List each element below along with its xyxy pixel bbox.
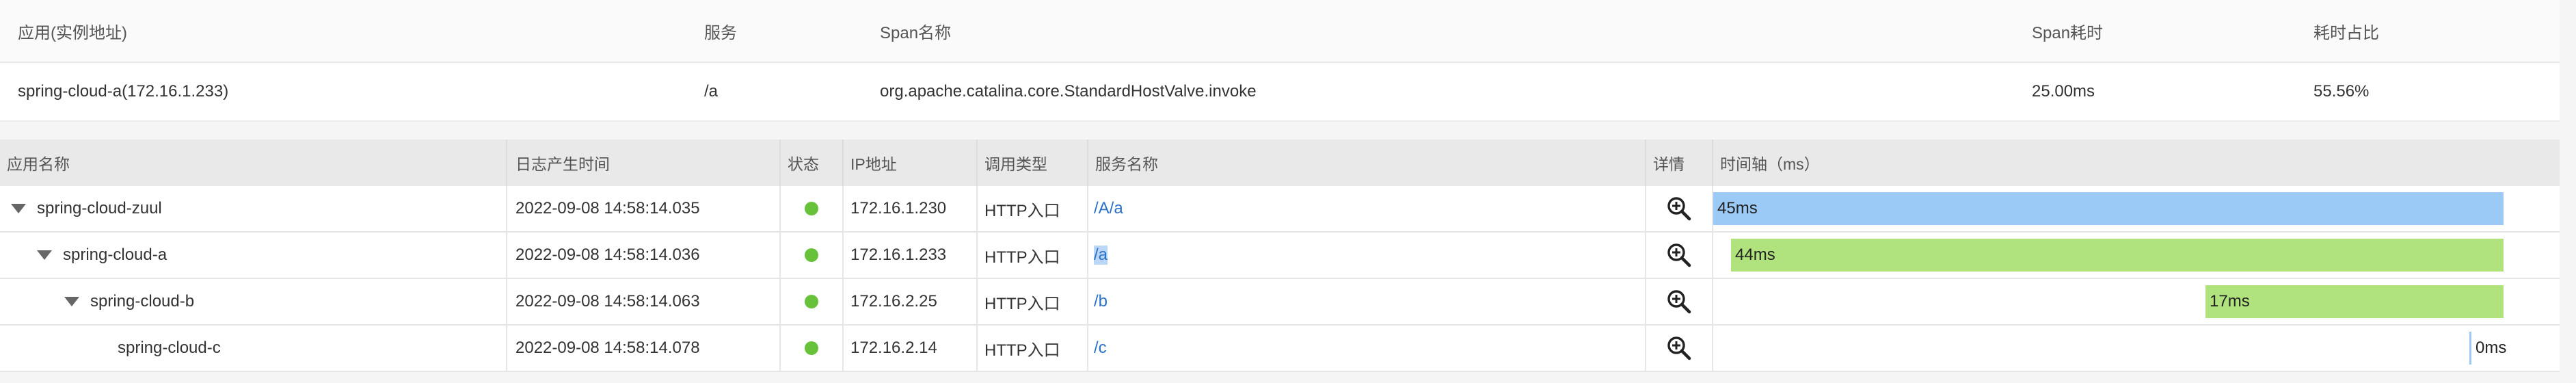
app-name: spring-cloud-c — [118, 339, 221, 357]
header-span-cost: Span耗时 — [2032, 23, 2104, 42]
timeline-bar: 0ms — [2469, 332, 2531, 365]
call-type: HTTP入口 — [978, 326, 1088, 371]
status-ok-icon — [805, 295, 818, 308]
duration-label: 17ms — [2210, 292, 2250, 311]
duration-label: 0ms — [2476, 339, 2507, 357]
span-summary-row: spring-cloud-a(172.16.1.233) /a org.apac… — [0, 63, 2560, 122]
duration-label: 45ms — [1717, 199, 1758, 217]
service-link[interactable]: /c — [1094, 339, 1107, 358]
span-app-instance: spring-cloud-a(172.16.1.233) — [18, 82, 229, 101]
timeline-bar: 17ms — [2205, 285, 2504, 318]
zoom-in-icon[interactable] — [1665, 195, 1693, 222]
header-log-time: 日志产生时间 — [507, 140, 781, 186]
span-cost: 25.00ms — [2032, 82, 2095, 101]
ip-address: 172.16.2.25 — [844, 279, 978, 324]
call-type: HTTP入口 — [978, 233, 1088, 278]
header-ip: IP地址 — [844, 140, 978, 186]
trace-row[interactable]: spring-cloud-a 2022-09-08 14:58:14.036 1… — [0, 233, 2560, 279]
span-cost-ratio: 55.56% — [2313, 82, 2370, 101]
log-time: 2022-09-08 14:58:14.036 — [507, 233, 781, 278]
header-service-name: 服务名称 — [1088, 140, 1646, 186]
span-summary-header: 应用(实例地址) 服务 Span名称 Span耗时 耗时占比 — [0, 0, 2560, 63]
trace-row[interactable]: spring-cloud-zuul 2022-09-08 14:58:14.03… — [0, 186, 2560, 233]
header-service: 服务 — [704, 23, 737, 42]
zoom-in-icon[interactable] — [1665, 288, 1693, 315]
header-app-name: 应用名称 — [0, 140, 507, 186]
header-timeline: 时间轴（ms） — [1720, 155, 1820, 173]
status-ok-icon — [805, 248, 818, 262]
status-ok-icon — [805, 341, 818, 355]
trace-row[interactable]: spring-cloud-b 2022-09-08 14:58:14.063 1… — [0, 279, 2560, 326]
header-detail: 详情 — [1646, 140, 1713, 186]
span-service: /a — [704, 82, 719, 101]
header-call-type: 调用类型 — [978, 140, 1088, 186]
ip-address: 172.16.1.233 — [844, 233, 978, 278]
call-type: HTTP入口 — [978, 279, 1088, 324]
trace-table-header: 应用名称 日志产生时间 状态 IP地址 调用类型 服务名称 详情 时间轴（ms） — [0, 140, 2560, 186]
service-link[interactable]: /A/a — [1094, 199, 1123, 218]
ip-address: 172.16.2.14 — [844, 326, 978, 371]
zoom-in-icon[interactable] — [1665, 241, 1693, 269]
zoom-in-icon[interactable] — [1665, 334, 1693, 362]
log-time: 2022-09-08 14:58:14.078 — [507, 326, 781, 371]
app-name: spring-cloud-b — [90, 292, 195, 311]
collapse-caret-icon[interactable] — [37, 250, 52, 260]
header-status: 状态 — [781, 140, 844, 186]
log-time: 2022-09-08 14:58:14.063 — [507, 279, 781, 324]
timeline-bar: 45ms — [1713, 192, 2504, 225]
collapse-caret-icon[interactable] — [11, 204, 26, 213]
header-app-instance: 应用(实例地址) — [18, 23, 127, 42]
span-name: org.apache.catalina.core.StandardHostVal… — [880, 82, 1257, 101]
service-link[interactable]: /b — [1094, 292, 1108, 311]
trace-table-body: spring-cloud-zuul 2022-09-08 14:58:14.03… — [0, 186, 2560, 372]
app-name: spring-cloud-zuul — [37, 199, 162, 217]
timeline-bar: 44ms — [1731, 239, 2504, 272]
status-ok-icon — [805, 202, 818, 215]
span-summary-table: 应用(实例地址) 服务 Span名称 Span耗时 耗时占比 spring-cl… — [0, 0, 2560, 122]
app-name: spring-cloud-a — [63, 246, 167, 264]
duration-label: 44ms — [1735, 246, 1775, 264]
call-type: HTTP入口 — [978, 186, 1088, 231]
header-span-name: Span名称 — [880, 23, 952, 42]
log-time: 2022-09-08 14:58:14.035 — [507, 186, 781, 231]
trace-row[interactable]: spring-cloud-c 2022-09-08 14:58:14.078 1… — [0, 326, 2560, 372]
service-link[interactable]: /a — [1094, 246, 1108, 265]
ip-address: 172.16.1.230 — [844, 186, 978, 231]
header-cost-ratio: 耗时占比 — [2313, 23, 2379, 42]
collapse-caret-icon[interactable] — [64, 297, 79, 306]
